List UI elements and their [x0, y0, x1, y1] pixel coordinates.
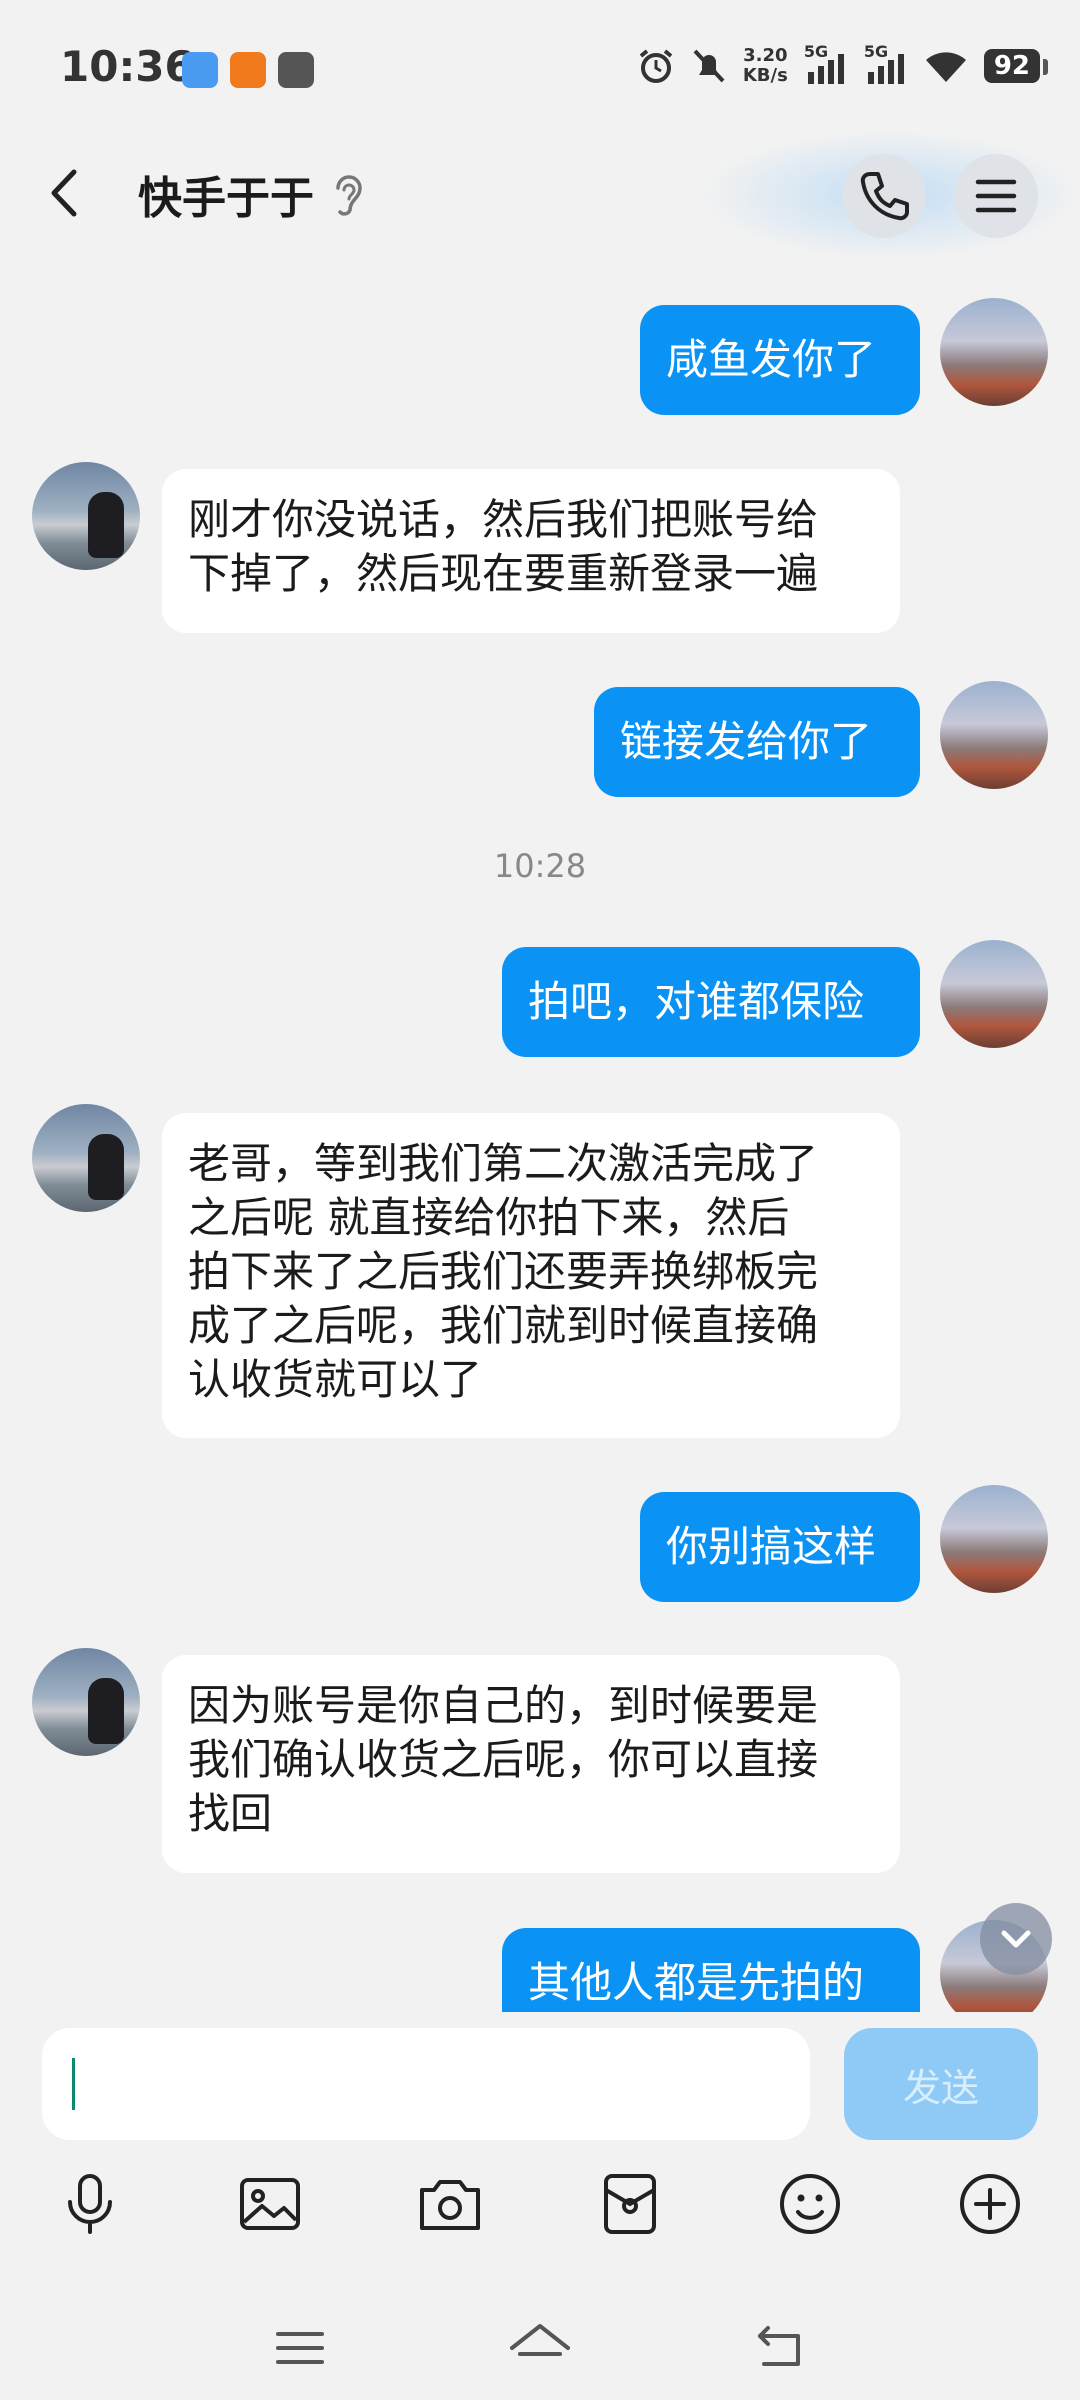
incoming-message-bubble[interactable]: 刚才你没说话，然后我们把账号给 下掉了，然后现在要重新登录一遍	[162, 469, 900, 633]
message-text: 拍吧，对谁都保险	[528, 977, 865, 1026]
text-caret	[72, 2058, 75, 2110]
status-time: 10:36	[60, 42, 194, 91]
my-avatar[interactable]	[940, 940, 1048, 1048]
microphone-icon[interactable]	[54, 2168, 126, 2240]
message-line: 因为账号是你自己的，到时候要是	[188, 1681, 819, 1730]
contact-avatar[interactable]	[32, 462, 140, 570]
red-packet-icon[interactable]	[594, 2168, 666, 2240]
signal-2: 5G	[864, 42, 908, 86]
net-speed-unit: KB/s	[742, 65, 788, 86]
signal-1: 5G	[804, 42, 848, 86]
menu-icon[interactable]	[268, 2318, 332, 2378]
my-avatar[interactable]	[940, 681, 1048, 789]
back-button[interactable]	[30, 158, 100, 228]
outgoing-message-bubble[interactable]: 拍吧，对谁都保险	[502, 947, 920, 1057]
app-notification-icon-3	[278, 52, 314, 88]
wifi-icon	[925, 52, 966, 82]
message-input[interactable]	[42, 2028, 810, 2140]
message-line: 老哥，等到我们第二次激活完成了	[188, 1139, 819, 1188]
outgoing-message-bubble[interactable]: 链接发给你了	[594, 687, 920, 797]
net-speed-value: 3.20	[743, 45, 788, 66]
system-nav-bar	[0, 2290, 1080, 2400]
incoming-message-bubble[interactable]: 老哥，等到我们第二次激活完成了 之后呢 就直接给你拍下来，然后 拍下来了之后我们…	[162, 1113, 900, 1438]
home-icon[interactable]	[508, 2318, 572, 2378]
voice-call-button[interactable]	[842, 154, 926, 238]
message-timestamp: 10:28	[493, 847, 587, 885]
message-line: 成了之后呢，我们就到时候直接确	[188, 1301, 819, 1350]
message-text: 咸鱼发你了	[666, 335, 877, 384]
app-notification-icon-1	[182, 52, 218, 88]
network-speed: 3.20 KB/s	[743, 46, 788, 86]
message-line: 刚才你没说话，然后我们把账号给	[188, 495, 819, 544]
message-line: 下掉了，然后现在要重新登录一遍	[188, 549, 819, 598]
message-line: 之后呢 就直接给你拍下来，然后	[188, 1193, 790, 1242]
alarm-icon	[639, 49, 673, 83]
message-text: 链接发给你了	[620, 717, 873, 766]
image-icon[interactable]	[234, 2168, 306, 2240]
message-list[interactable]: 咸鱼发你了 刚才你没说话，然后我们把账号给 下掉了，然后现在要重新登录一遍 链接…	[0, 250, 1080, 2012]
message-line: 拍下来了之后我们还要弄换绑板完	[188, 1247, 819, 1296]
chevron-down-icon	[1001, 1930, 1031, 1948]
my-avatar[interactable]	[940, 298, 1048, 406]
avatar-figure	[88, 1134, 124, 1200]
app-notification-icon-2	[230, 52, 266, 88]
my-avatar[interactable]	[940, 1485, 1048, 1593]
status-bar: 10:36 3.20 KB/s 5G 5G 92	[0, 0, 1080, 140]
message-toolbar	[0, 2150, 1080, 2260]
input-bar: 发送	[0, 2012, 1080, 2144]
camera-icon[interactable]	[414, 2168, 486, 2240]
outgoing-message-bubble[interactable]: 其他人都是先拍的	[502, 1928, 920, 2012]
mute-icon	[693, 49, 725, 83]
message-line: 找回	[188, 1789, 273, 1838]
message-text: 你别搞这样	[666, 1522, 877, 1571]
message-text: 其他人都是先拍的	[528, 1958, 865, 2007]
send-button[interactable]: 发送	[844, 2028, 1038, 2140]
outgoing-message-bubble[interactable]: 你别搞这样	[640, 1492, 920, 1602]
emoji-icon[interactable]	[774, 2168, 846, 2240]
scroll-to-bottom-button[interactable]	[980, 1903, 1052, 1975]
ear-icon[interactable]	[330, 170, 366, 220]
signal-bars-icon	[867, 54, 904, 84]
plus-icon[interactable]	[954, 2168, 1026, 2240]
message-line: 我们确认收货之后呢，你可以直接	[188, 1735, 819, 1784]
message-line: 认收货就可以了	[188, 1355, 483, 1404]
incoming-message-bubble[interactable]: 因为账号是你自己的，到时候要是 我们确认收货之后呢，你可以直接 找回	[162, 1655, 900, 1873]
phone-icon	[860, 172, 909, 221]
hamburger-icon	[975, 179, 1017, 213]
signal-bars-icon	[807, 54, 844, 84]
contact-avatar[interactable]	[32, 1104, 140, 1212]
back-icon[interactable]	[750, 2318, 814, 2378]
contact-avatar[interactable]	[32, 1648, 140, 1756]
chat-header: 快手于于	[0, 130, 1080, 260]
battery-indicator: 92	[983, 49, 1049, 83]
outgoing-message-bubble[interactable]: 咸鱼发你了	[640, 305, 920, 415]
status-icons: 3.20 KB/s 5G 5G 92	[637, 42, 1049, 86]
chat-menu-button[interactable]	[954, 154, 1038, 238]
avatar-figure	[88, 492, 124, 558]
avatar-figure	[88, 1678, 124, 1744]
chat-title[interactable]: 快手于于	[138, 162, 314, 226]
